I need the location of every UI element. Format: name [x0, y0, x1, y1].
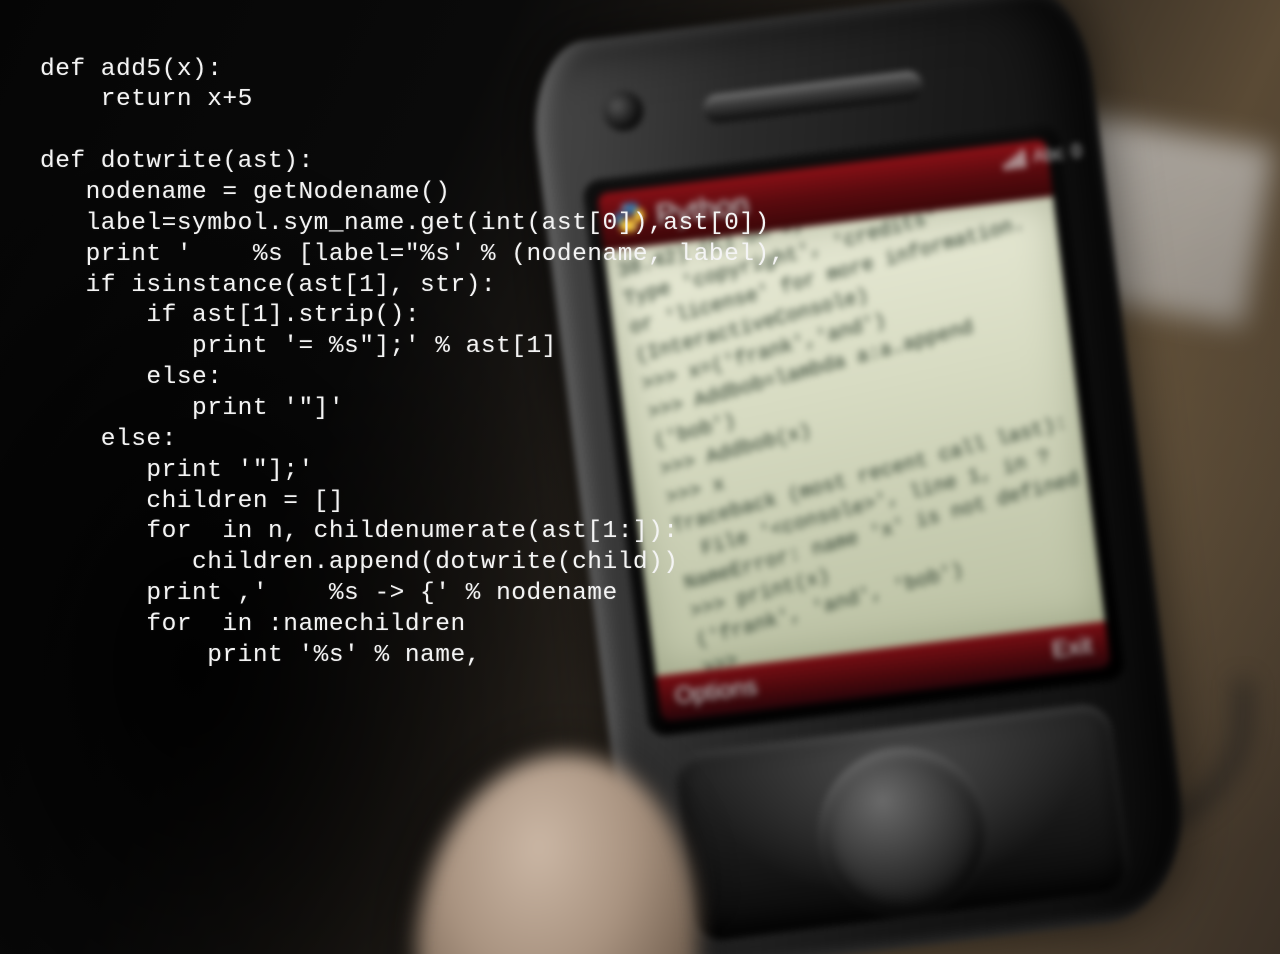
code-overlay: def add5(x): return x+5 def dotwrite(ast…	[40, 55, 785, 672]
signal-icon	[1002, 149, 1026, 170]
softkey-options[interactable]: Options	[673, 673, 759, 711]
softkey-exit[interactable]: Exit	[1051, 632, 1094, 665]
scene-root: Python 38.42) (C) on symbian s60 Type 'c…	[0, 0, 1280, 954]
input-mode-label: Abc	[1032, 143, 1065, 168]
